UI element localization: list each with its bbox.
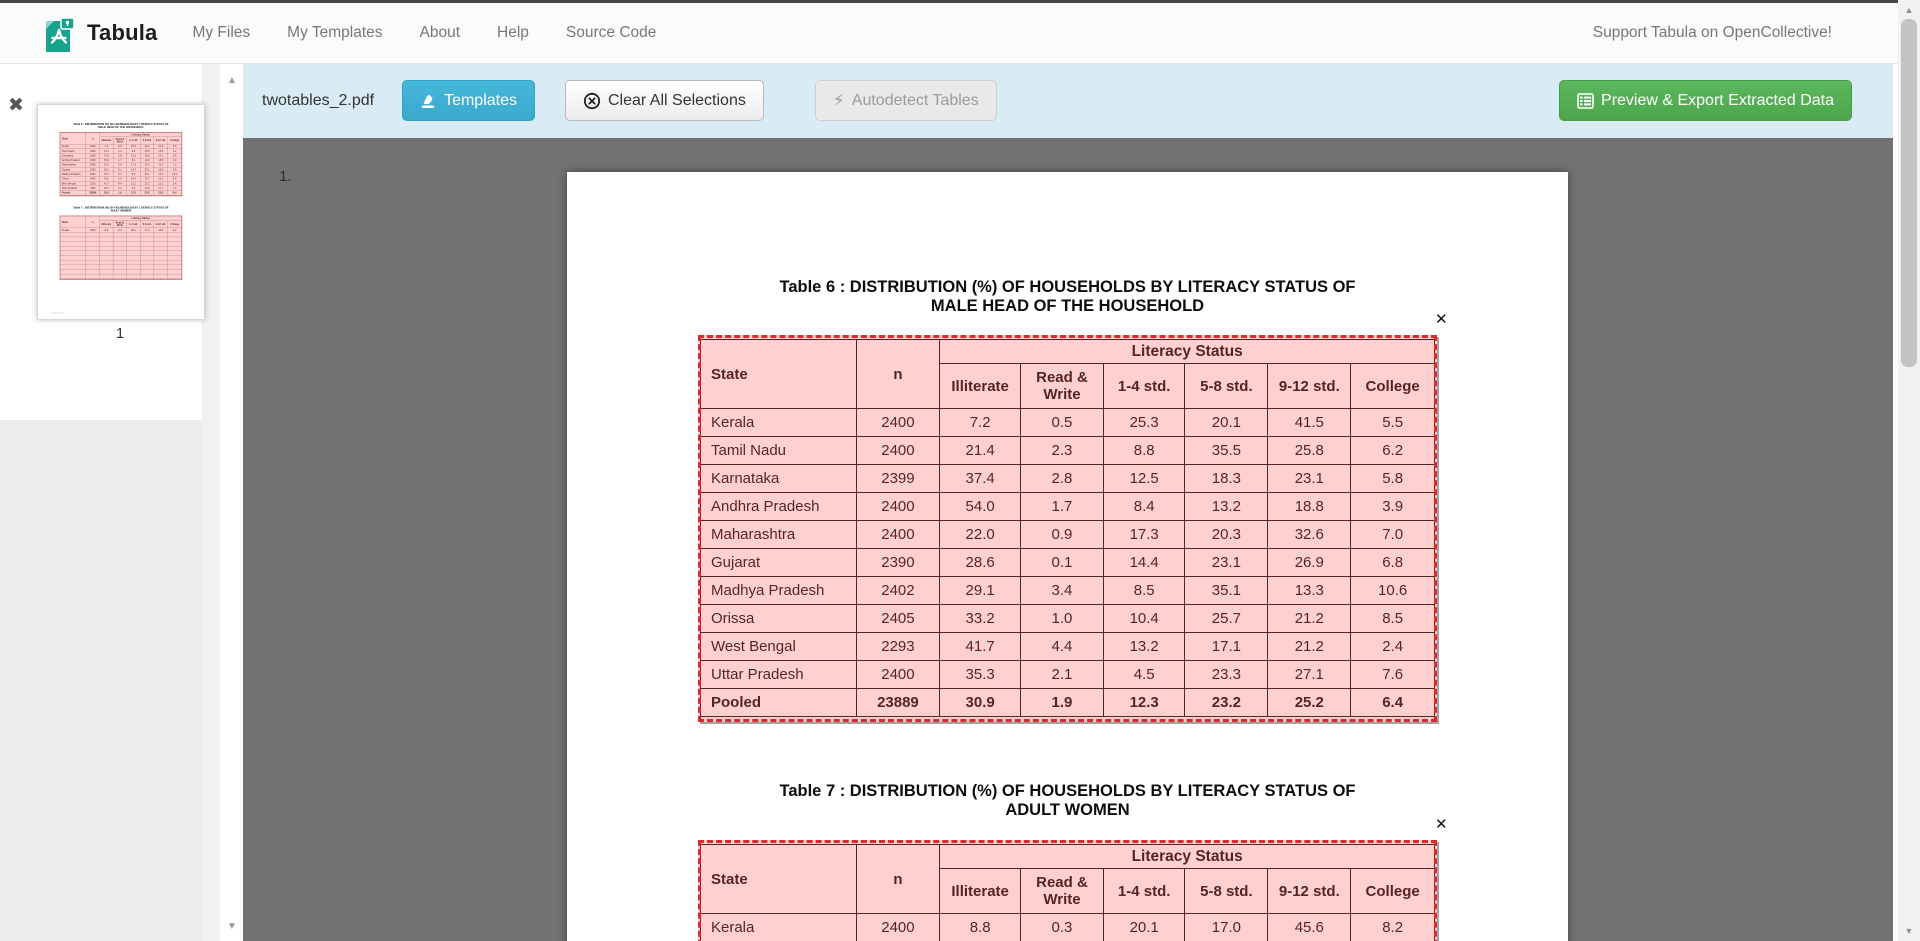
table6-title: Table 6 : DISTRIBUTION (%) OF HOUSEHOLDS…	[567, 278, 1568, 316]
autodetect-button-label: Autodetect Tables	[852, 92, 979, 110]
page-thumbnail[interactable]: Table 6 : DISTRIBUTION (%) OF HOUSEHOLDS…	[37, 104, 205, 320]
tabula-logo-icon	[40, 12, 78, 54]
table7-title: Table 7 : DISTRIBUTION (%) OF HOUSEHOLDS…	[567, 782, 1568, 820]
selection1-close-icon[interactable]: ✕	[1435, 312, 1448, 327]
preview-export-button-label: Preview & Export Extracted Data	[1601, 92, 1834, 110]
scrollbar-down-arrow-icon[interactable]: ▼	[1898, 923, 1920, 939]
brand-title: Tabula	[87, 20, 157, 46]
lightning-bolt-icon: ⚡	[833, 91, 845, 111]
nav-link-about[interactable]: About	[420, 24, 461, 42]
table6-title-line2: MALE HEAD OF THE HOUSEHOLD	[567, 297, 1568, 316]
nav-link-my-files[interactable]: My Files	[192, 24, 250, 42]
pdf-page[interactable]: Table 6 : DISTRIBUTION (%) OF HOUSEHOLDS…	[38, 105, 204, 319]
templates-button[interactable]: Templates	[402, 80, 535, 121]
table7-title-line2: ADULT WOMEN	[567, 801, 1568, 820]
templates-button-label: Templates	[444, 92, 517, 110]
toolbar: twotables_2.pdf Templates Clear All Sele…	[243, 63, 1893, 138]
pdf-viewer: 1. Table 6 : DISTRIBUTION (%) OF HOUSEHO…	[243, 138, 1893, 941]
pdf-page[interactable]: Table 6 : DISTRIBUTION (%) OF HOUSEHOLDS…	[567, 172, 1568, 941]
window-top-edge	[0, 0, 1920, 3]
table-list-icon	[1577, 93, 1594, 109]
thumbnail-page-number: 1	[37, 325, 203, 342]
selection2-close-icon[interactable]: ✕	[1435, 817, 1448, 832]
scrollbar-up-arrow-icon[interactable]: ▲	[1898, 2, 1920, 18]
clear-button-label: Clear All Selections	[608, 92, 746, 110]
table7-title-line1: Table 7 : DISTRIBUTION (%) OF HOUSEHOLDS…	[567, 782, 1568, 801]
brand-home-link[interactable]: Tabula	[40, 12, 157, 54]
viewer-page-number-label: 1.	[279, 168, 292, 185]
clear-all-selections-button[interactable]: Clear All Selections	[565, 80, 764, 121]
sidebar-scroll-up-arrow-icon[interactable]: ▲	[221, 73, 243, 89]
autodetect-tables-button[interactable]: ⚡ Autodetect Tables	[815, 80, 997, 121]
pages-sidebar: ▲ ▼ ✖ Table 6 : DISTRIBUTION (%) OF HOUS…	[0, 63, 243, 941]
table-selection-1[interactable]	[698, 335, 1437, 722]
nav-links: My Files My Templates About Help Source …	[192, 24, 693, 42]
scrollbar-thumb[interactable]	[1901, 19, 1917, 367]
navbar: Tabula My Files My Templates About Help …	[0, 3, 1898, 64]
sidebar-background	[0, 420, 202, 941]
filename-label: twotables_2.pdf	[262, 92, 374, 110]
support-link[interactable]: Support Tabula on OpenCollective!	[1593, 24, 1832, 42]
sidebar-scroll-down-arrow-icon[interactable]: ▼	[221, 919, 243, 935]
remove-page-button[interactable]: ✖	[8, 96, 24, 116]
nav-link-help[interactable]: Help	[497, 24, 529, 42]
preview-export-button[interactable]: Preview & Export Extracted Data	[1559, 80, 1852, 121]
nav-link-my-templates[interactable]: My Templates	[287, 24, 382, 42]
page-scrollbar[interactable]: ▲ ▼	[1898, 0, 1920, 941]
templates-icon	[420, 93, 437, 109]
tabula-app: Tabula My Files My Templates About Help …	[0, 0, 1920, 941]
table6-title-line1: Table 6 : DISTRIBUTION (%) OF HOUSEHOLDS…	[567, 278, 1568, 297]
page-thumbnail-content: Table 6 : DISTRIBUTION (%) OF HOUSEHOLDS…	[38, 105, 204, 319]
clear-circle-x-icon	[583, 92, 601, 110]
table-selection-2[interactable]	[698, 840, 1437, 941]
nav-link-source-code[interactable]: Source Code	[566, 24, 656, 42]
